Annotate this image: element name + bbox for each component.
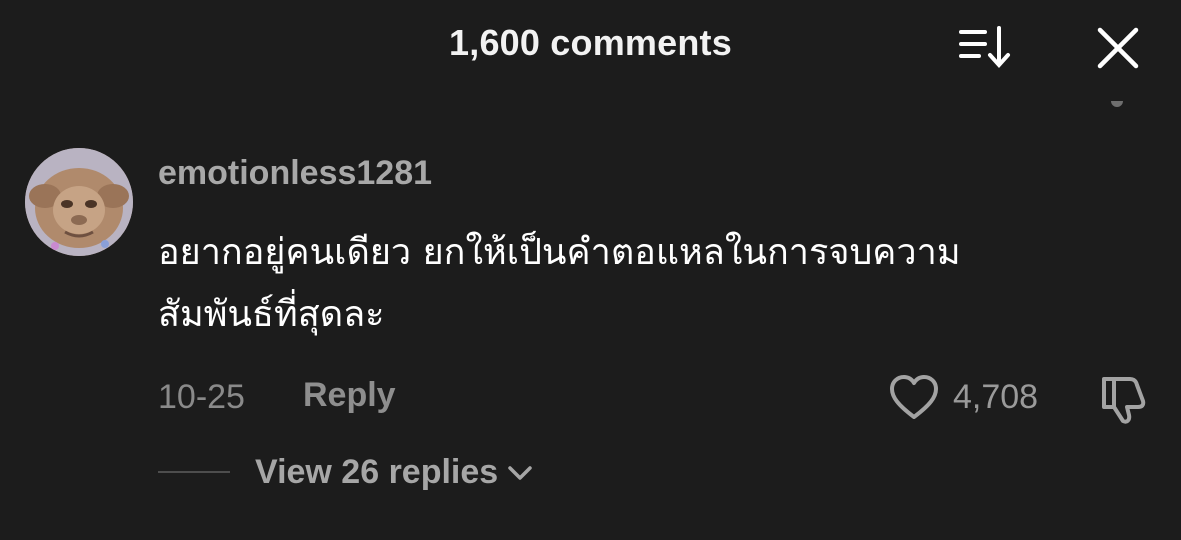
- scroll-indicator: [1111, 101, 1123, 107]
- like-count: 4,708: [953, 378, 1039, 416]
- comment-text: อยากอยู่คนเดียว ยกให้เป็นคำตอแหลในการจบค…: [158, 222, 1148, 346]
- close-icon: [1097, 27, 1139, 69]
- comment-text-line: สัมพันธ์ที่สุดละ: [158, 294, 385, 335]
- chevron-down-icon: [508, 465, 532, 480]
- comments-header: 1,600 comments: [0, 0, 1181, 96]
- reply-button[interactable]: Reply: [303, 376, 396, 415]
- thumbs-down-outline-icon: [1102, 377, 1146, 424]
- view-replies-button[interactable]: View 26 replies: [255, 453, 534, 492]
- replies-divider: [158, 471, 230, 473]
- view-replies-label: View 26 replies: [255, 453, 499, 491]
- dislike-button[interactable]: [1096, 373, 1150, 425]
- sort-button[interactable]: [955, 22, 1015, 74]
- avatar-image: [25, 148, 133, 256]
- close-button[interactable]: [1090, 20, 1146, 76]
- comment-text-line: อยากอยู่คนเดียว ยกให้เป็นคำตอแหลในการจบค…: [158, 232, 961, 273]
- comment-date: 10-25: [158, 378, 245, 416]
- avatar[interactable]: [25, 148, 133, 256]
- sort-descending-icon: [959, 26, 1010, 68]
- heart-outline-icon: [890, 375, 938, 419]
- comment-item: emotionless1281 อยากอยู่คนเดียว ยกให้เป็…: [0, 140, 1181, 540]
- like-button[interactable]: [888, 373, 940, 423]
- comment-username[interactable]: emotionless1281: [158, 154, 432, 193]
